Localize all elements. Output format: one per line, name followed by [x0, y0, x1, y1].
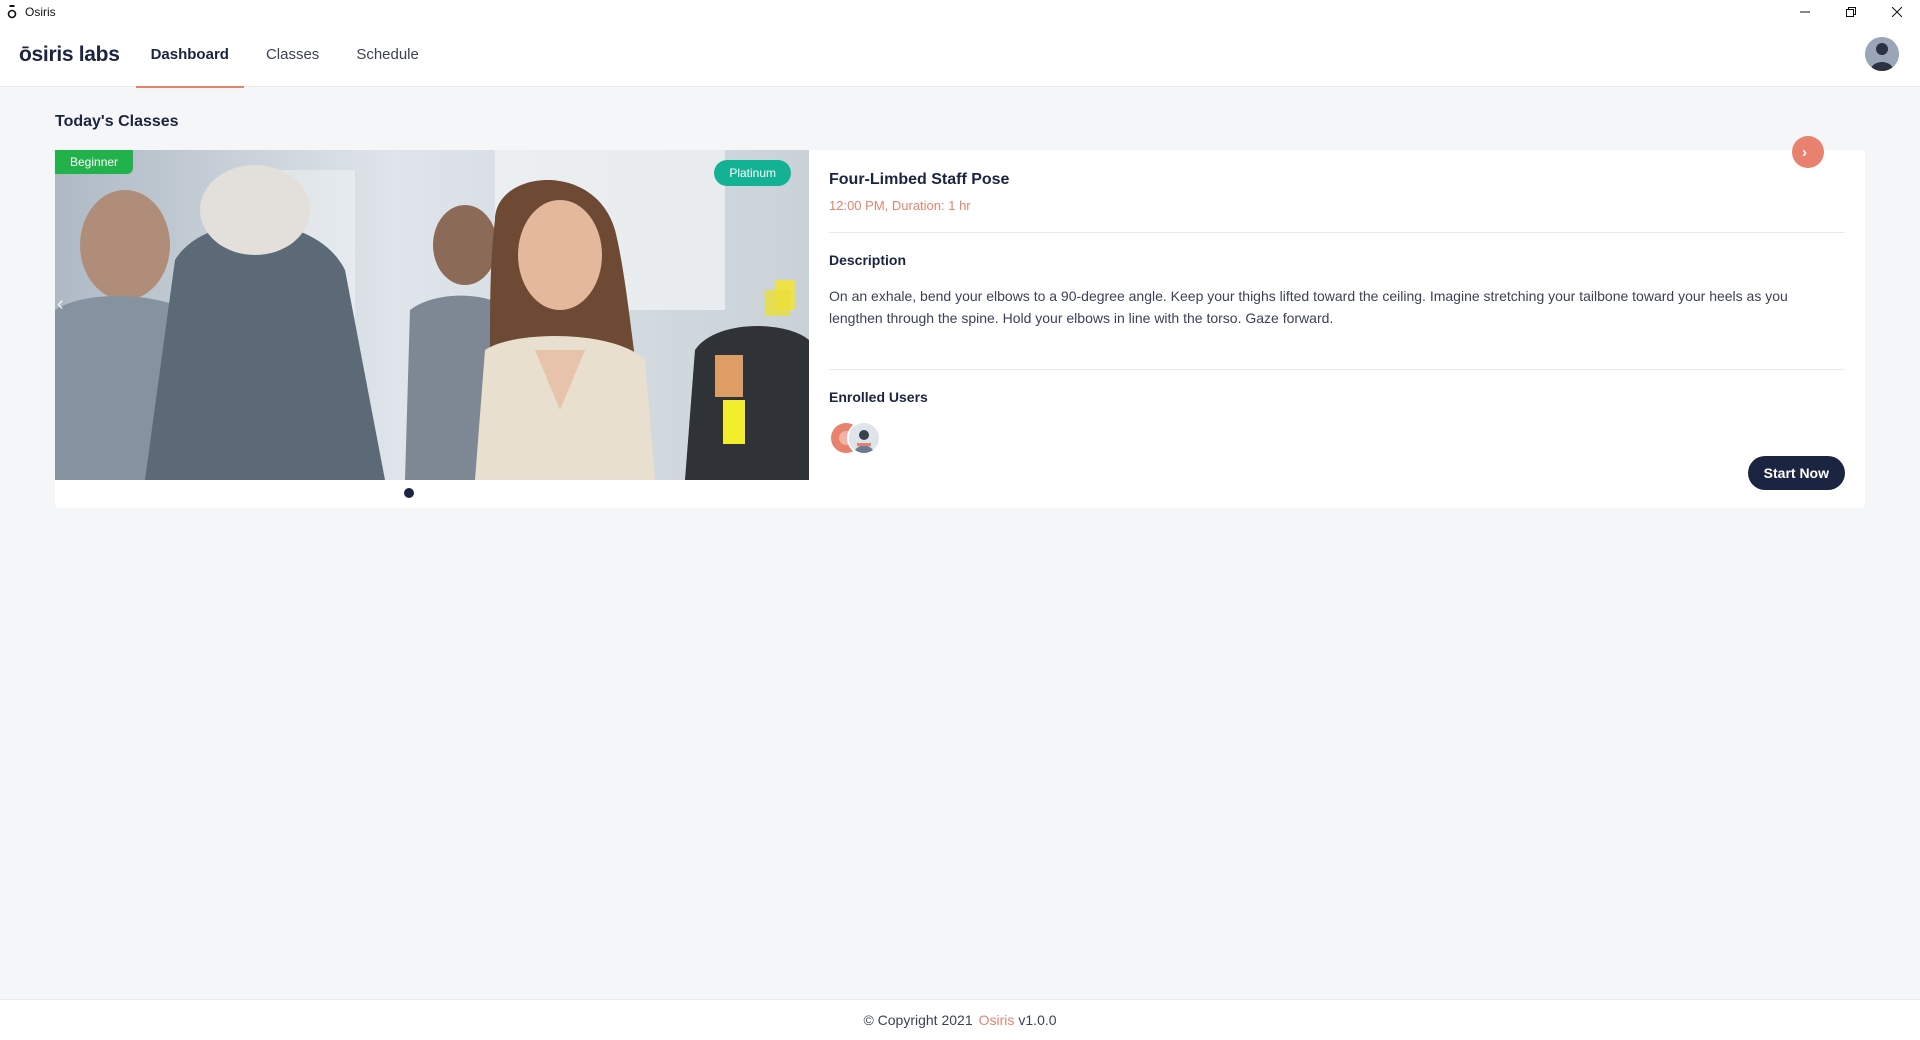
window-controls	[1782, 0, 1920, 23]
app-header: ōsiris labs Dashboard Classes Schedule	[0, 23, 1920, 88]
tab-classes[interactable]: Classes	[251, 23, 334, 87]
user-avatar[interactable]	[847, 421, 881, 455]
window-titlebar: Osiris	[0, 0, 1920, 23]
main-nav: Dashboard Classes Schedule	[135, 23, 441, 88]
class-card: Beginner Platinum ‹ Four-Limbed Staff Po…	[55, 150, 1865, 508]
close-icon	[1892, 6, 1902, 17]
version-text: v1.0.0	[1018, 1012, 1057, 1028]
minimize-icon	[1800, 11, 1810, 12]
enrolled-users-label: Enrolled Users	[829, 389, 928, 405]
enrolled-users-list	[829, 421, 889, 457]
tab-dashboard[interactable]: Dashboard	[135, 23, 245, 88]
user-avatar-icon	[1865, 37, 1899, 71]
profile-avatar[interactable]	[1865, 37, 1899, 71]
copyright-text: © Copyright 2021	[863, 1012, 973, 1028]
window-title: Osiris	[25, 4, 56, 19]
chevron-right-icon[interactable]: ›	[1792, 136, 1824, 168]
divider	[829, 232, 1845, 233]
tab-schedule[interactable]: Schedule	[341, 23, 434, 87]
restore-icon	[1846, 6, 1856, 17]
osiris-labs-logo[interactable]: ōsiris labs	[19, 43, 120, 67]
tier-badge: Platinum	[714, 160, 791, 186]
carousel-dot[interactable]	[404, 488, 414, 498]
close-button[interactable]	[1874, 0, 1920, 23]
level-badge: Beginner	[55, 150, 134, 174]
user-avatar-icon	[849, 423, 879, 453]
class-title: Four-Limbed Staff Pose	[829, 171, 1010, 188]
page-title: Today's Classes	[55, 113, 179, 130]
footer-brand-link[interactable]: Osiris	[979, 1012, 1015, 1028]
osiris-app-icon	[5, 4, 19, 19]
class-description: On an exhale, bend your elbows to a 90-d…	[829, 288, 1788, 326]
restore-button[interactable]	[1828, 0, 1874, 23]
class-details: Four-Limbed Staff Pose 12:00 PM, Duratio…	[829, 150, 1845, 508]
minimize-button[interactable]	[1782, 0, 1828, 23]
start-now-button[interactable]: Start Now	[1747, 456, 1845, 490]
description-label: Description	[829, 252, 907, 268]
class-photo	[55, 150, 809, 480]
divider	[829, 369, 1845, 370]
footer: © Copyright 2021 Osiris v1.0.0	[0, 999, 1920, 1040]
class-image-carousel[interactable]: Beginner Platinum ‹	[55, 150, 809, 480]
class-time: 12:00 PM, Duration: 1 hr	[829, 198, 971, 213]
chevron-left-icon[interactable]: ‹	[57, 293, 64, 316]
